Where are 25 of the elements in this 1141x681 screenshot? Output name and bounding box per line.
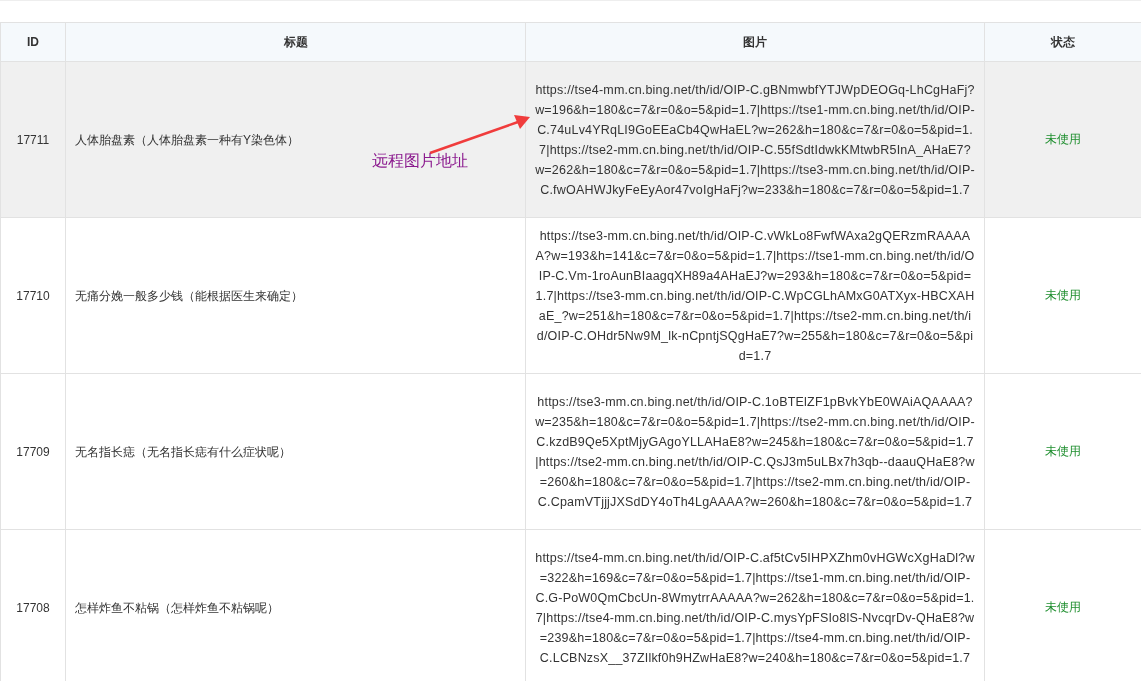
status-text: 未使用 bbox=[1045, 288, 1081, 302]
image-url-text: https://tse3-mm.cn.bing.net/th/id/OIP-C.vWkLo8FwfWAxa2gQERzmRAAAAA?w=193&h=141&c=7&r=0&o=5&pid=1.7|https://tse1-mm.cn.bing.net/th/id/OIP-C.Vm-1roAunBIaagqXH89a4AHaEJ?w=293&h=180&c=7&r=0&o=5&pid=1.7|https://tse3-mm.cn.bing.net/th/id/OIP-C.WpCGLhAMxG0ATXyx-HBCXAHaE_?w=251&h=180&c=7&r=0&o=5&pid=1.7|https://tse2-mm.cn.bing.net/th/id/OIP-C.OHdr5Nw9M_lk-nCpntjSQgHaE7?w=255&h=180&c=7&r=0&o=5&pid=1.7 bbox=[535, 227, 975, 365]
column-header: 标题 bbox=[65, 22, 526, 62]
title-text: 怎样炸鱼不粘锅（怎样炸鱼不粘锅呢） bbox=[75, 600, 279, 615]
title-text: 人体胎盘素（人体胎盘素一种有Y染色体） bbox=[75, 132, 299, 147]
annotation-text: 远程图片地址 bbox=[372, 151, 468, 171]
status-text: 未使用 bbox=[1045, 444, 1081, 458]
status-text: 未使用 bbox=[1045, 132, 1081, 146]
image-url-text: https://tse3-mm.cn.bing.net/th/id/OIP-C.1oBTElZF1pBvkYbE0WAiAQAAAA?w=235&h=180&c=7&r=0&o=5&pid=1.7|https://tse2-mm.cn.bing.net/th/id/OIP-C.kzdB9Qe5XptMjyGAgoYLLAHaE8?w=245&h=180&c=7&r=0&o=5&pid=1.7|https://tse2-mm.cn.bing.net/th/id/OIP-C.QsJ3m5uLBx7h3qb--daauQHaE8?w=260&h=180&c=7&r=0&o=5&pid=1.7|https://tse2-mm.cn.bing.net/th/id/OIP-C.CpamVTjjjJXSdDY4oTh4LgAAAA?w=260&h=180&c=7&r=0&o=5&pid=1.7 bbox=[535, 393, 975, 511]
column-header: ID bbox=[0, 22, 66, 62]
image-url-text: https://tse4-mm.cn.bing.net/th/id/OIP-C.gBNmwbfYTJWpDEOGq-LhCgHaFj?w=196&h=180&c=7&r=0&o=5&pid=1.7|https://tse1-mm.cn.bing.net/th/id/OIP-C.74uLv4YRqLI9GoEEaCb4QwHaEL?w=262&h=180&c=7&r=0&o=5&pid=1.7|https://tse2-mm.cn.bing.net/th/id/OIP-C.55fSdtIdwkKMtwbR5InA_AHaE7?w=262&h=180&c=7&r=0&o=5&pid=1.7|https://tse3-mm.cn.bing.net/th/id/OIP-C.fwOAHWJkyFeEyAor47voIgHaFj?w=233&h=180&c=7&r=0&o=5&pid=1.7 bbox=[535, 81, 975, 199]
column-header: 状态 bbox=[984, 22, 1141, 62]
table-row[interactable] bbox=[0, 529, 1141, 681]
status-text: 未使用 bbox=[1045, 600, 1081, 614]
id-text: 17710 bbox=[16, 288, 50, 303]
id-text: 17709 bbox=[16, 444, 50, 459]
column-header: 图片 bbox=[525, 22, 985, 62]
id-text: 17708 bbox=[16, 600, 50, 615]
title-text: 无痛分娩一般多少钱（能根据医生来确定） bbox=[75, 288, 303, 303]
id-text: 17711 bbox=[16, 132, 50, 147]
table-row[interactable] bbox=[0, 373, 1141, 530]
table-row[interactable] bbox=[0, 61, 1141, 218]
image-url-text: https://tse4-mm.cn.bing.net/th/id/OIP-C.af5tCv5IHPXZhm0vHGWcXgHaDl?w=322&h=169&c=7&r=0&o=5&pid=1.7|https://tse1-mm.cn.bing.net/th/id/OIP-C.G-PoW0QmCbcUn-8WmytrrAAAAA?w=262&h=180&c=7&r=0&o=5&pid=1.7|https://tse4-mm.cn.bing.net/th/id/OIP-C.mysYpFSIo8lS-NvcqrDv-QHaE8?w=239&h=180&c=7&r=0&o=5&pid=1.7|https://tse4-mm.cn.bing.net/th/id/OIP-C.LCBNzsX__37ZIlkf0h9HZwHaE8?w=240&h=180&c=7&r=0&o=5&pid=1.7 bbox=[535, 549, 975, 667]
title-text: 无名指长痣（无名指长痣有什么症状呢） bbox=[75, 444, 291, 459]
table-row[interactable] bbox=[0, 217, 1141, 374]
